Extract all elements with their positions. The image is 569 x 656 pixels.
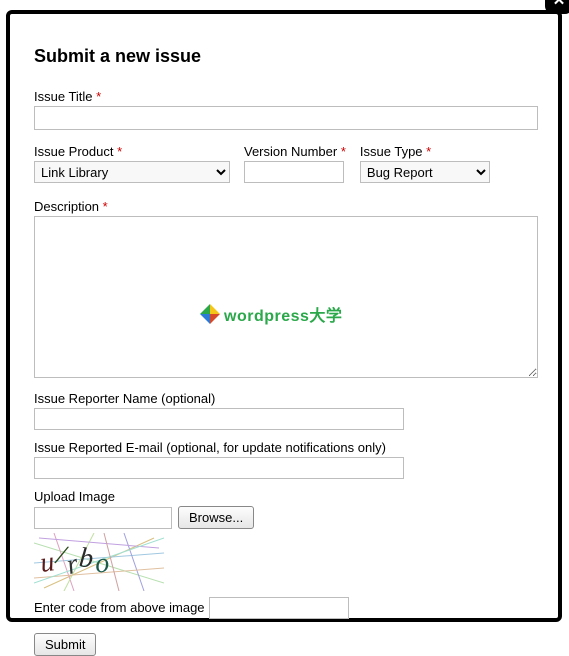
enter-code-label: Enter code from above image [34, 600, 205, 615]
browse-button[interactable]: Browse... [178, 506, 254, 529]
submit-button[interactable]: Submit [34, 633, 96, 656]
captcha-code-input[interactable] [209, 597, 349, 619]
page-title: Submit a new issue [34, 46, 534, 67]
issue-title-input[interactable] [34, 106, 538, 130]
reporter-email-input[interactable] [34, 457, 404, 479]
version-number-label: Version Number * [244, 144, 346, 159]
reporter-name-label: Issue Reporter Name (optional) [34, 391, 534, 406]
issue-product-label: Issue Product * [34, 144, 230, 159]
version-number-input[interactable] [244, 161, 344, 183]
upload-image-label: Upload Image [34, 489, 534, 504]
description-label: Description * [34, 199, 534, 214]
captcha-image: u/rbo [34, 533, 164, 591]
file-path-display [34, 507, 172, 529]
reporter-email-label: Issue Reported E-mail (optional, for upd… [34, 440, 534, 455]
issue-type-select[interactable]: Bug Report [360, 161, 490, 183]
issue-title-label: Issue Title * [34, 89, 534, 104]
issue-type-label: Issue Type * [360, 144, 490, 159]
description-textarea[interactable] [34, 216, 538, 378]
submit-issue-modal: Submit a new issue Issue Title * Issue P… [6, 10, 562, 622]
issue-product-select[interactable]: Link Library [34, 161, 230, 183]
reporter-name-input[interactable] [34, 408, 404, 430]
